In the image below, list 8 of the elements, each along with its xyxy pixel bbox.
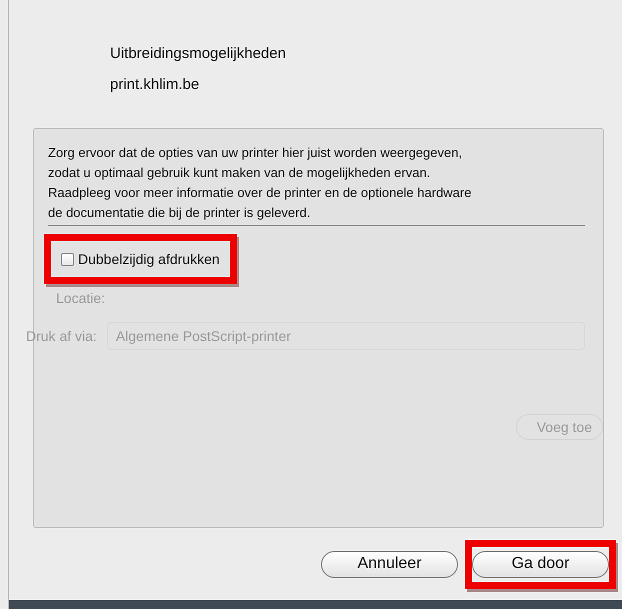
printer-address: print.khlim.be <box>110 76 200 93</box>
instructions-text: Zorg ervoor dat de opties van uw printer hier juist worden weergegeven, zodat u optimaal gebruik kunt maken van de mogelijkheden ervan. Raadpleeg voor meer informatie over de printer en de optionele hardware de documentatie die bij de printer is geleverd. <box>48 144 472 222</box>
duplex-checkbox[interactable]: Dubbelzijdig afdrukken <box>61 251 220 267</box>
dialog-title: Uitbreidingsmogelijkheden <box>110 45 287 62</box>
driver-label: Druk af via: <box>26 328 97 344</box>
cancel-button[interactable]: Annuleer <box>321 550 458 578</box>
location-label: Locatie: <box>56 290 106 306</box>
continue-button[interactable]: Ga door <box>472 550 609 578</box>
